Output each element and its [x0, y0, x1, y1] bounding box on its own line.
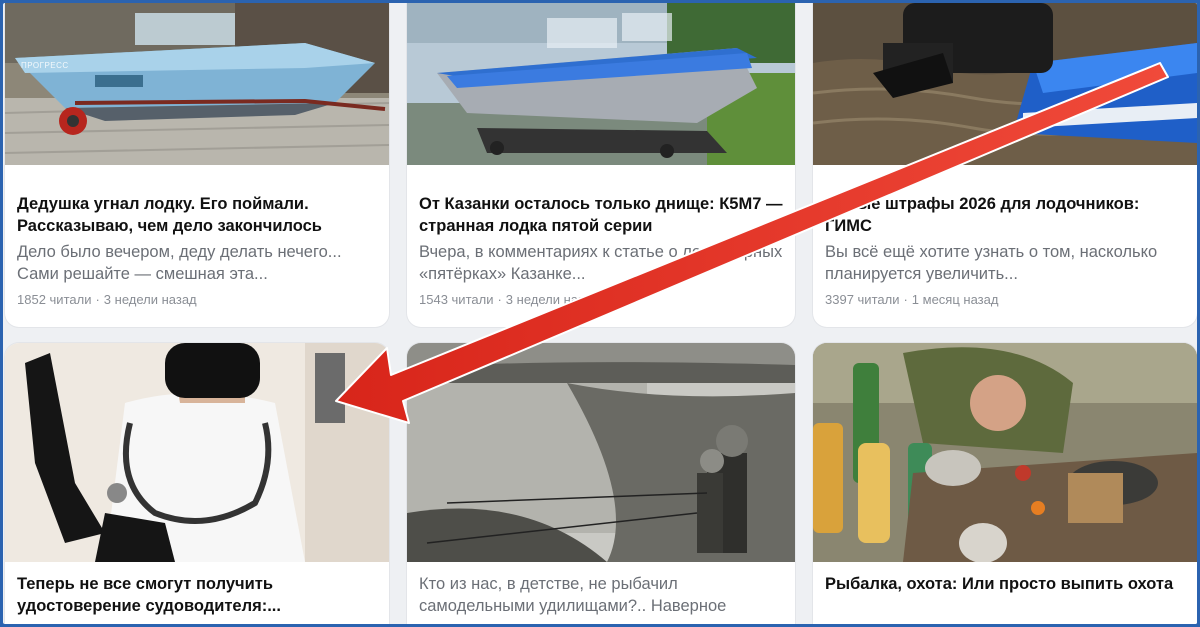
- picnic-photo[interactable]: [813, 343, 1197, 562]
- card-title[interactable]: Новые штрафы 2026 для лодочников: ГИМС: [825, 193, 1185, 237]
- meta-separator: ·: [903, 292, 908, 307]
- boat-hull-lettering: ПРОГРЕСС: [21, 61, 69, 70]
- article-card[interactable]: ПРОГРЕСС Дедушка угнал лодку. Его поймал…: [5, 3, 389, 327]
- card-snippet: Вчера, в комментариях к статье о легенда…: [419, 243, 783, 283]
- blue-boat-photo[interactable]: [407, 3, 795, 165]
- card-meta: 1852 читали · 3 недели назад: [17, 292, 197, 307]
- views-count: 3397 читали: [825, 292, 900, 307]
- card-title[interactable]: Теперь не все смогут получить удостовере…: [17, 573, 377, 617]
- post-age: 3 недели назад: [103, 292, 197, 307]
- post-age: 3 недели назад: [505, 292, 599, 307]
- card-snippet: Дело было вечером, деду делать нечего...…: [17, 243, 342, 283]
- boat-on-trailer-photo[interactable]: ПРОГРЕСС: [5, 3, 389, 165]
- article-card[interactable]: От Казанки осталось только днище: К5М7 —…: [407, 3, 795, 327]
- meta-separator: ·: [497, 292, 502, 307]
- article-card[interactable]: Кто из нас, в детстве, не рыбачил самоде…: [407, 343, 795, 624]
- article-card[interactable]: Теперь не все смогут получить удостовере…: [5, 343, 389, 624]
- article-card[interactable]: Рыбалка, охота: Или просто выпить охота: [813, 343, 1197, 624]
- card-title[interactable]: Дедушка угнал лодку. Его поймали. Расска…: [17, 193, 377, 237]
- doctor-photo[interactable]: [5, 343, 389, 562]
- card-meta: 3397 читали · 1 месяц назад: [825, 292, 998, 307]
- article-card[interactable]: Новые штрафы 2026 для лодочников: ГИМС В…: [813, 3, 1197, 327]
- meta-separator: ·: [95, 292, 100, 307]
- card-snippet: Вы всё ещё хотите узнать о том, наскольк…: [825, 243, 1158, 283]
- outboard-motor-photo[interactable]: [813, 3, 1197, 165]
- views-count: 1852 читали: [17, 292, 92, 307]
- card-snippet: Кто из нас, в детстве, не рыбачил самоде…: [419, 575, 727, 615]
- views-count: 1543 читали: [419, 292, 494, 307]
- kids-fishing-photo[interactable]: [407, 343, 795, 562]
- card-meta: 1543 читали · 3 недели назад: [419, 292, 599, 307]
- post-age: 1 месяц назад: [911, 292, 999, 307]
- card-title[interactable]: Рыбалка, охота: Или просто выпить охота: [825, 573, 1185, 595]
- card-title[interactable]: От Казанки осталось только днище: К5М7 —…: [419, 193, 783, 237]
- feed-grid: ПРОГРЕСС Дедушка угнал лодку. Его поймал…: [3, 3, 1197, 624]
